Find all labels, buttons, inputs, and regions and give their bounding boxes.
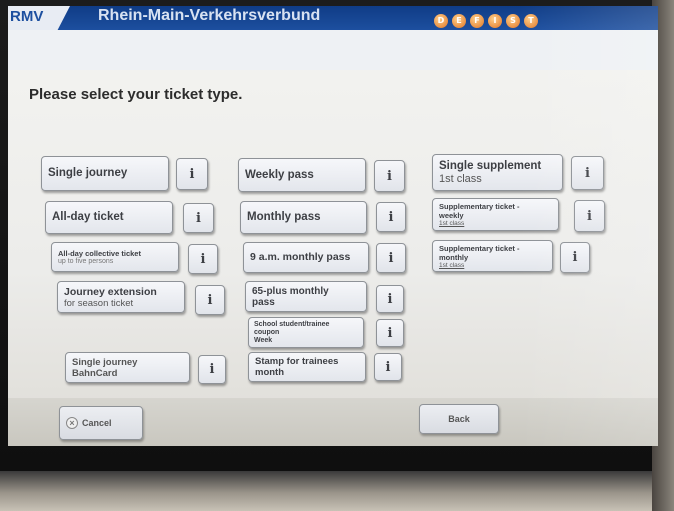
language-button-1[interactable]: D — [434, 14, 448, 28]
ticket-label: Stamp for trainees — [255, 356, 339, 367]
info-single-journey-bahncard[interactable]: i — [198, 355, 226, 384]
language-button-6[interactable]: T — [524, 14, 538, 28]
ticket-sublabel: coupon — [254, 328, 280, 336]
ticket-sublabel: 1st class — [439, 173, 482, 185]
ticket-label: Single journey — [72, 356, 138, 368]
rmv-logo: RMV — [8, 6, 70, 30]
info-supplementary-monthly[interactable]: i — [560, 242, 590, 273]
ticket-journey-extension[interactable]: Journey extension for season ticket — [57, 281, 185, 313]
info-sixty-five-plus[interactable]: i — [376, 285, 404, 313]
ticket-sublabel: BahnCard — [72, 367, 118, 379]
info-single-supplement[interactable]: i — [571, 156, 604, 190]
ticket-sixty-five-plus[interactable]: 65-plus monthly pass — [245, 281, 367, 312]
info-single-journey[interactable]: i — [176, 158, 208, 190]
ticket-label: Supplementary ticket - — [439, 202, 520, 211]
ticket-stamp-trainees[interactable]: Stamp for trainees month — [248, 352, 366, 382]
ticket-sublabel: month — [255, 367, 285, 378]
language-button-3[interactable]: F — [470, 14, 484, 28]
info-all-day[interactable]: i — [183, 203, 214, 233]
ticket-label: Weekly pass — [245, 168, 314, 181]
ticket-class: 1st class — [439, 261, 465, 269]
language-button-4[interactable]: I — [488, 14, 502, 28]
ticket-label: 65-plus monthly — [252, 285, 329, 297]
info-journey-extension[interactable]: i — [195, 285, 225, 315]
ticket-sublabel: monthly — [439, 252, 469, 262]
info-school-student-coupon[interactable]: i — [376, 319, 404, 347]
info-stamp-trainees[interactable]: i — [374, 353, 402, 381]
ticket-sublabel: pass — [252, 296, 275, 308]
info-weekly-pass[interactable]: i — [374, 160, 405, 192]
ticket-label: Single journey — [48, 167, 128, 179]
ticket-weekly-pass[interactable]: Weekly pass — [238, 158, 366, 192]
ticket-sublabel: up to five persons — [58, 257, 114, 265]
back-button[interactable]: Back — [419, 404, 499, 434]
ticket-single-supplement[interactable]: Single supplement 1st class — [432, 154, 563, 191]
ticket-class: 1st class — [439, 220, 465, 227]
ticket-label: Single supplement — [439, 160, 542, 172]
info-all-day-collective[interactable]: i — [188, 244, 218, 274]
kiosk-housing — [0, 471, 674, 511]
ticket-sublabel: weekly — [439, 211, 464, 220]
page-title: Please select your ticket type. — [29, 86, 243, 103]
ticket-single-journey-bahncard[interactable]: Single journey BahnCard — [65, 352, 190, 383]
cancel-label: Cancel — [82, 418, 112, 428]
cancel-x-icon: × — [66, 417, 78, 429]
ticket-label: All-day collective ticket — [58, 248, 141, 258]
ticket-label: 9 a.m. monthly pass — [250, 251, 351, 263]
ticket-sublabel: for season ticket — [64, 297, 134, 309]
ticket-supplementary-weekly[interactable]: Supplementary ticket - weekly 1st class — [432, 198, 559, 231]
ticket-single-journey[interactable]: Single journey — [41, 156, 169, 191]
ticket-school-student-coupon[interactable]: School student/trainee coupon Week — [248, 317, 364, 348]
touch-screen: RMV Rhein-Main-Verkehrsverbund D E F I S… — [8, 6, 658, 446]
back-label: Back — [448, 414, 470, 424]
ticket-all-day[interactable]: All-day ticket — [45, 201, 173, 234]
cancel-button[interactable]: × Cancel — [59, 406, 143, 440]
language-button-5[interactable]: S — [506, 14, 520, 28]
language-selector: D E F I S T — [434, 14, 538, 28]
ticket-nine-am-monthly[interactable]: 9 a.m. monthly pass — [243, 242, 369, 273]
ticket-monthly-pass[interactable]: Monthly pass — [240, 201, 367, 234]
header-bar: RMV Rhein-Main-Verkehrsverbund D E F I S… — [8, 6, 658, 30]
title-area — [8, 30, 658, 70]
ticket-period: Week — [254, 336, 273, 344]
info-monthly-pass[interactable]: i — [376, 202, 406, 232]
ticket-supplementary-monthly[interactable]: Supplementary ticket - monthly 1st class — [432, 240, 553, 272]
brand-name: Rhein-Main-Verkehrsverbund — [98, 7, 321, 24]
language-button-2[interactable]: E — [452, 14, 466, 28]
ticket-label: Journey extension — [64, 285, 157, 298]
ticket-label: School student/trainee — [254, 320, 330, 328]
info-nine-am-monthly[interactable]: i — [376, 243, 406, 273]
ticket-label: Monthly pass — [247, 211, 321, 223]
info-supplementary-weekly[interactable]: i — [574, 200, 605, 232]
ticket-all-day-collective[interactable]: All-day collective ticket up to five per… — [51, 242, 179, 272]
ticket-label: Supplementary ticket - — [439, 243, 520, 253]
ticket-label: All-day ticket — [52, 211, 124, 223]
